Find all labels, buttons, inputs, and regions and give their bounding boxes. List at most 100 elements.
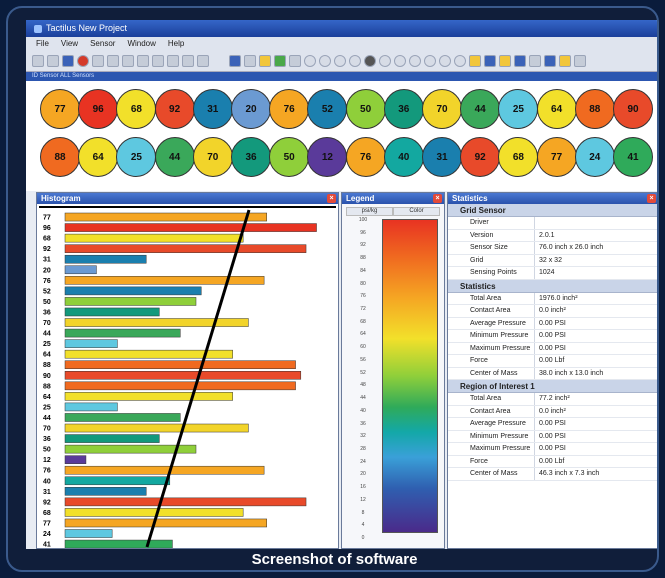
sensor-9-icon[interactable]: [439, 54, 451, 67]
crop-icon[interactable]: [167, 54, 179, 67]
stats-key: Maximum Pressure: [470, 344, 531, 352]
sensor-cell[interactable]: 52: [307, 89, 348, 129]
palette-icon[interactable]: [259, 54, 271, 67]
menu-help[interactable]: Help: [168, 37, 184, 50]
histogram-bar: [64, 371, 302, 380]
chart-icon[interactable]: [274, 54, 286, 67]
sensor-5-icon[interactable]: [379, 54, 391, 67]
sensor-active-icon[interactable]: [364, 54, 376, 67]
sensor-10-icon[interactable]: [454, 54, 466, 67]
image-icon[interactable]: [469, 54, 481, 67]
legend-tick: 48: [360, 382, 366, 389]
stats-section-header[interactable]: Grid Sensor: [448, 204, 657, 217]
histogram-row-label: 92: [43, 246, 51, 253]
sensor-cell[interactable]: 77: [536, 137, 577, 177]
draw-icon[interactable]: [182, 54, 194, 67]
new-icon[interactable]: [32, 54, 44, 67]
table-view-icon[interactable]: [244, 54, 256, 67]
statistics-close-icon[interactable]: ×: [647, 194, 656, 203]
sensor-cell[interactable]: 41: [613, 137, 653, 177]
sensor-4-icon[interactable]: [349, 54, 361, 67]
sensor-cell[interactable]: 50: [345, 89, 386, 129]
stats-key: Force: [470, 357, 488, 364]
sensor-cell[interactable]: 12: [307, 137, 348, 177]
save-icon[interactable]: [62, 54, 74, 67]
sensor-cell[interactable]: 36: [231, 137, 271, 177]
layout-icon[interactable]: [514, 54, 526, 67]
sensor-cell[interactable]: 88: [574, 89, 615, 129]
histogram-bar: [64, 360, 296, 369]
stats-key: Minimum Pressure: [470, 332, 529, 339]
histogram-bar: [64, 518, 267, 528]
stats-key: Force: [470, 457, 488, 465]
legend-tick: 0: [361, 535, 365, 541]
stats-row: Sensor Size 76.0 inch x 26.0 inch: [448, 242, 657, 255]
help-icon[interactable]: [574, 54, 586, 67]
sensor-cell[interactable]: 36: [383, 89, 424, 129]
rotate-icon[interactable]: [152, 54, 164, 67]
stats-value: 0.00 PSI: [534, 330, 657, 342]
sensor-1-icon[interactable]: [304, 54, 316, 67]
sensor-8-icon[interactable]: [424, 54, 436, 67]
stats-row: Version 2.0.1: [448, 229, 657, 242]
stats-section-header[interactable]: Region of Interest 1: [448, 380, 657, 393]
erase-icon[interactable]: [197, 54, 209, 67]
sensor-cell[interactable]: 25: [498, 89, 539, 129]
pan-icon[interactable]: [137, 54, 149, 67]
open-icon[interactable]: [47, 54, 59, 67]
select-icon[interactable]: [107, 54, 119, 67]
menu-window[interactable]: Window: [127, 37, 155, 50]
sensor-cell[interactable]: 64: [536, 89, 577, 129]
menu-view[interactable]: View: [61, 37, 78, 50]
sensor-cell[interactable]: 24: [574, 137, 615, 177]
sensor-cell[interactable]: 77: [40, 89, 80, 129]
settings-icon[interactable]: [559, 54, 571, 67]
stats-row: Minimum Pressure 0.00 PSI: [448, 430, 657, 443]
legend-tick: 92: [360, 242, 366, 249]
sensor-cell[interactable]: 70: [422, 89, 462, 129]
sensor-cell[interactable]: 44: [460, 89, 501, 129]
sensor-cell[interactable]: 68: [116, 89, 157, 129]
window-tile-icon[interactable]: [484, 54, 496, 67]
sensor-cell[interactable]: 70: [192, 137, 233, 177]
sensor-3-icon[interactable]: [334, 54, 346, 67]
sensor-cell[interactable]: 64: [78, 137, 119, 177]
menu-file[interactable]: File: [36, 37, 49, 50]
statistics-title: Statistics: [452, 194, 488, 203]
folder-icon[interactable]: [499, 54, 511, 67]
menu-bar: File View Sensor Window Help: [26, 37, 657, 50]
menu-sensor[interactable]: Sensor: [90, 37, 115, 50]
sensor-cell[interactable]: 31: [422, 137, 462, 177]
sensor-7-icon[interactable]: [409, 54, 421, 67]
sensor-cell[interactable]: 44: [154, 137, 195, 177]
sensor-2-icon[interactable]: [319, 54, 331, 67]
sensor-cell[interactable]: 96: [78, 89, 119, 129]
pointer-icon[interactable]: [92, 54, 104, 67]
stats-row: Center of Mass 46.3 inch x 7.3 inch: [448, 468, 657, 481]
histogram-close-icon[interactable]: ×: [327, 194, 336, 203]
legend-close-icon[interactable]: ×: [433, 194, 442, 203]
stats-row: Contact Area 0.0 inch²: [448, 305, 657, 318]
sensor-cell[interactable]: 68: [498, 137, 539, 177]
sensor-cell[interactable]: 88: [40, 137, 80, 177]
grid-view-icon[interactable]: [229, 54, 241, 67]
sensor-cell[interactable]: 92: [154, 89, 195, 129]
sensor-cell[interactable]: 76: [269, 89, 310, 129]
sensor-cell[interactable]: 31: [192, 89, 233, 129]
stats-section-header[interactable]: Statistics: [448, 279, 657, 293]
sensor-cell[interactable]: 50: [269, 137, 310, 177]
sensor-cell[interactable]: 20: [231, 89, 271, 129]
export-icon[interactable]: [544, 54, 556, 67]
stats-key: Sensor Size: [470, 244, 508, 251]
sensor-6-icon[interactable]: [394, 54, 406, 67]
sensor-cell[interactable]: 25: [116, 137, 157, 177]
record-icon[interactable]: [77, 54, 89, 67]
zoom-icon[interactable]: [122, 54, 134, 67]
print-icon[interactable]: [529, 54, 541, 67]
sensor-cell[interactable]: 76: [345, 137, 386, 177]
sensor-cell[interactable]: 92: [460, 137, 501, 177]
map-icon[interactable]: [289, 54, 301, 67]
sensor-cell[interactable]: 90: [613, 89, 653, 129]
sensor-cell[interactable]: 40: [383, 137, 424, 177]
toolbar: [26, 50, 657, 72]
